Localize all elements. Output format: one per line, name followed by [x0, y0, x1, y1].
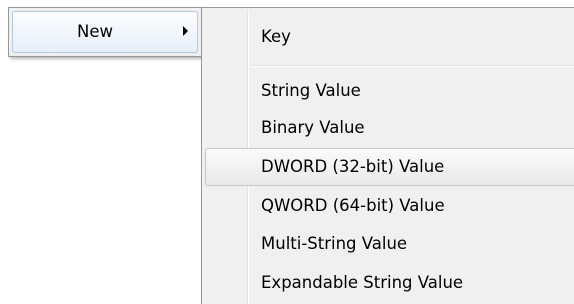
- menu-item-new-label: New: [77, 22, 113, 41]
- submenu-item-label: Binary Value: [261, 118, 365, 137]
- submenu-item-dword-value[interactable]: DWORD (32-bit) Value: [205, 148, 574, 186]
- submenu-item-label: DWORD (32-bit) Value: [261, 157, 445, 176]
- submenu-item-string-value[interactable]: String Value: [205, 72, 574, 110]
- submenu-item-qword-value[interactable]: QWORD (64-bit) Value: [205, 187, 574, 225]
- submenu-item-label: QWORD (64-bit) Value: [261, 196, 445, 215]
- submenu-item-binary-value[interactable]: Binary Value: [205, 109, 574, 147]
- new-submenu: Key String Value Binary Value DWORD (32-…: [201, 7, 574, 304]
- submenu-item-multi-string-value[interactable]: Multi-String Value: [205, 225, 574, 263]
- submenu-item-key[interactable]: Key: [205, 18, 574, 56]
- screen: New Key String Value Binary Value DWORD …: [0, 0, 574, 304]
- submenu-item-label: Multi-String Value: [261, 234, 408, 253]
- menu-item-new[interactable]: New: [12, 11, 198, 53]
- submenu-item-label: Expandable String Value: [261, 273, 464, 292]
- context-menu: New: [8, 7, 202, 57]
- submenu-item-expandable-string-value[interactable]: Expandable String Value: [205, 264, 574, 302]
- menu-separator: [252, 65, 574, 67]
- submenu-item-label: String Value: [261, 81, 361, 100]
- submenu-arrow-icon: [183, 26, 188, 36]
- submenu-item-label: Key: [261, 27, 291, 46]
